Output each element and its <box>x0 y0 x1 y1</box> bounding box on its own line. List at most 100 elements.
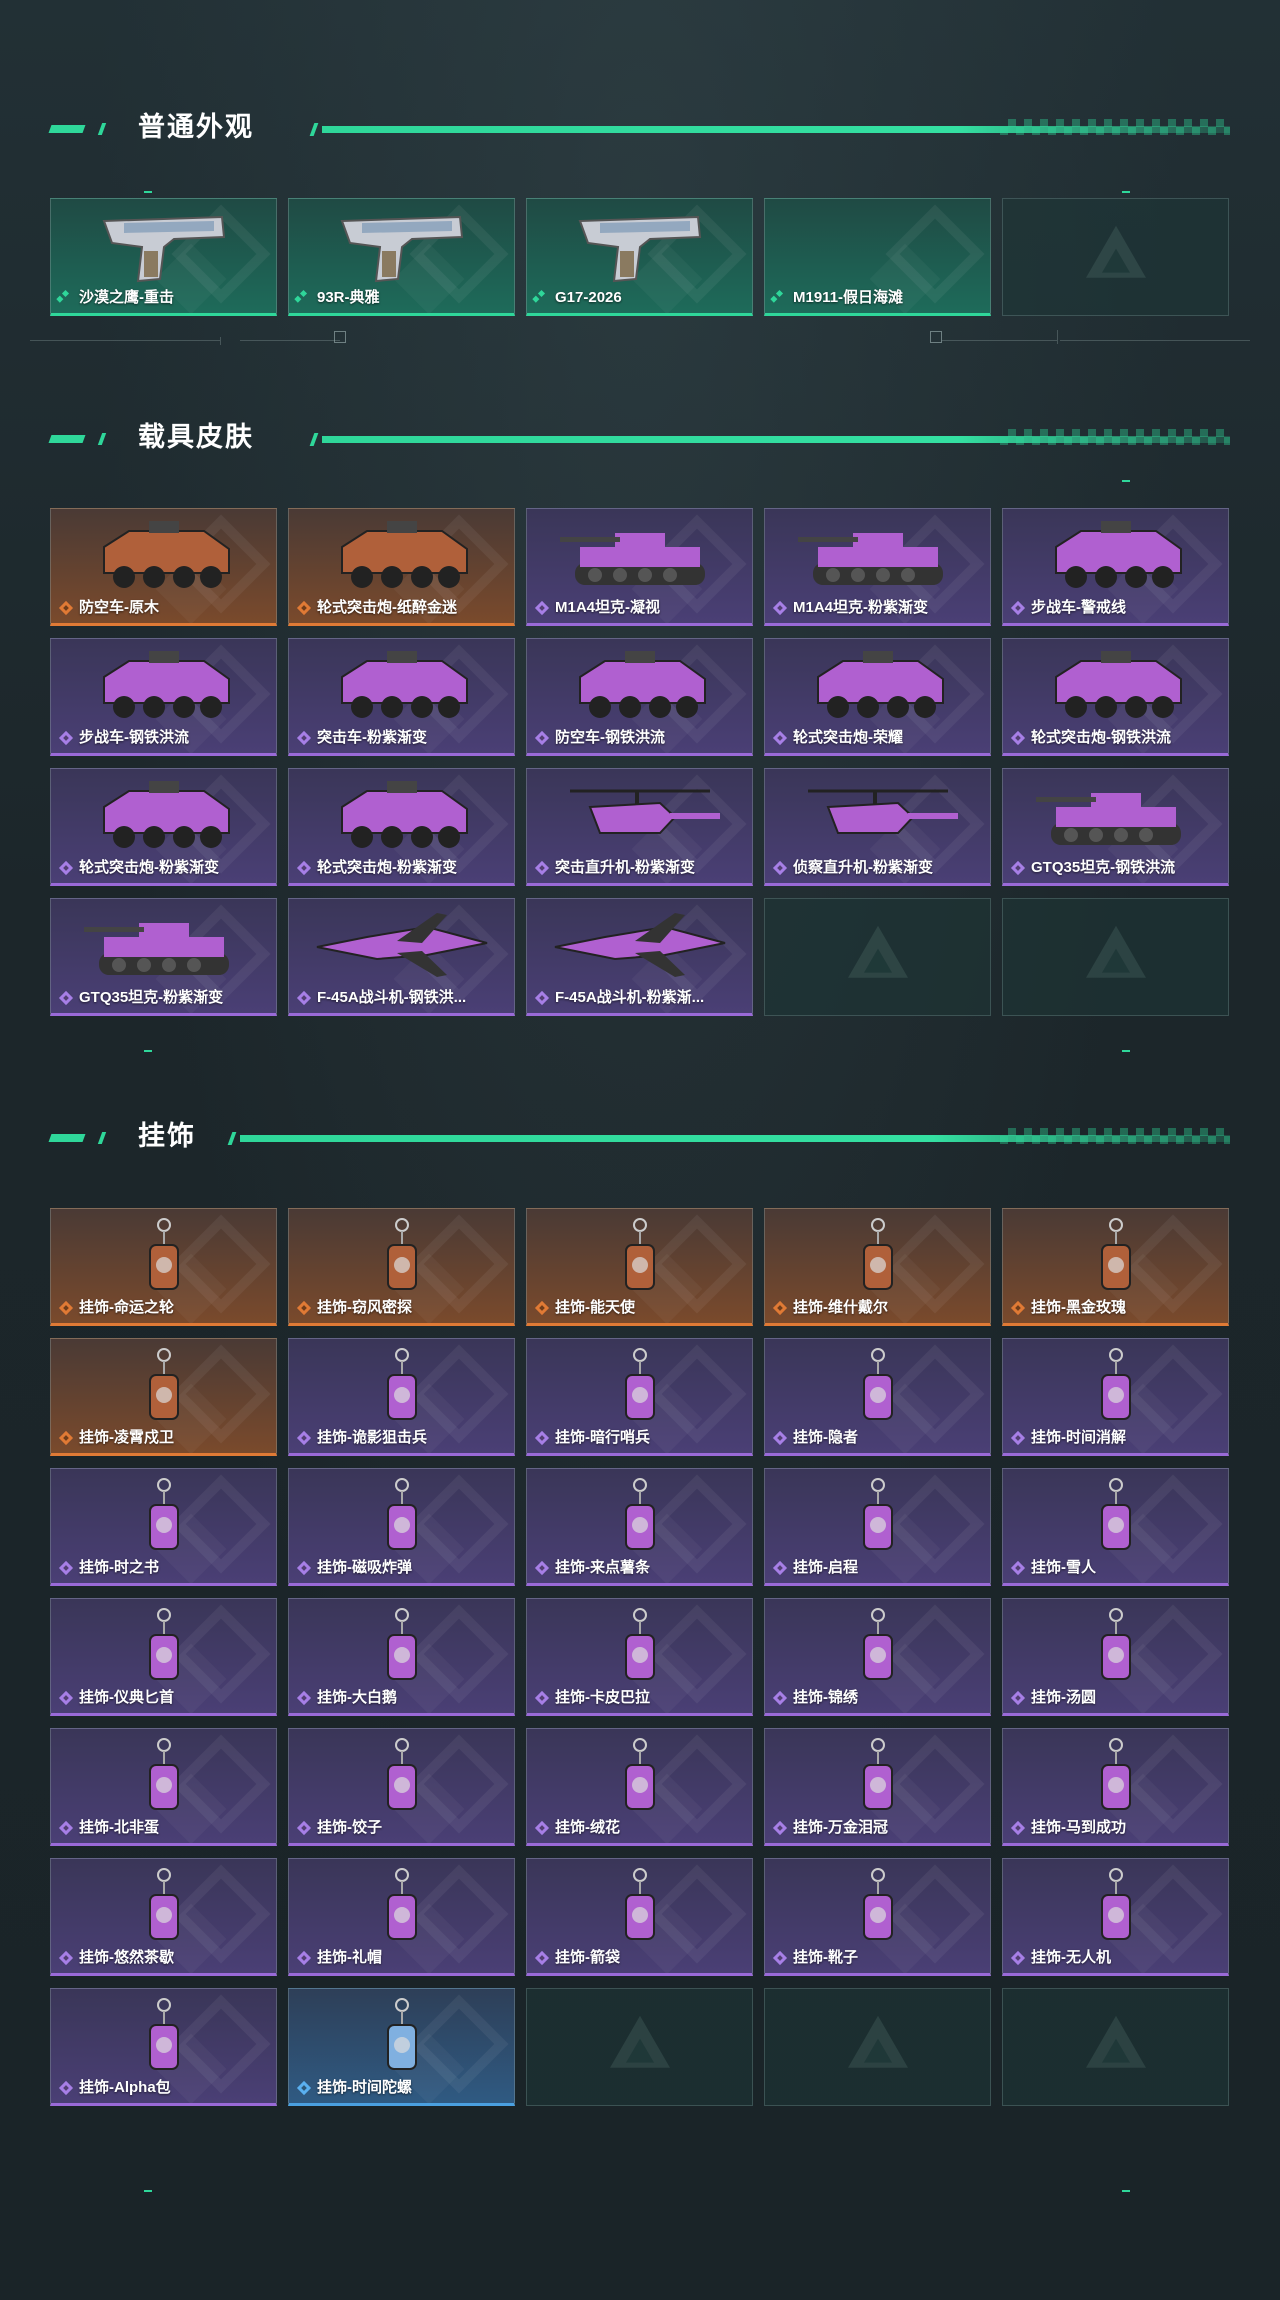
vehicle-skin-card[interactable]: 轮式突击炮-钢铁洪流 <box>1002 638 1229 756</box>
empty-slot <box>764 898 991 1016</box>
item-label: 挂饰-诡影狙击兵 <box>297 1428 427 1448</box>
charm-card[interactable]: 挂饰-箭袋 <box>526 1858 753 1976</box>
charm-card[interactable]: 挂饰-悠然茶歇 <box>50 1858 277 1976</box>
charm-card[interactable]: 挂饰-凌霄戍卫 <box>50 1338 277 1456</box>
tank-icon <box>79 907 249 992</box>
weapon-skin-card[interactable]: 沙漠之鹰-重击 <box>50 198 277 316</box>
item-label: 挂饰-隐者 <box>773 1428 858 1448</box>
charm-card[interactable]: 挂饰-马到成功 <box>1002 1728 1229 1846</box>
charm-card[interactable]: 挂饰-磁吸炸弹 <box>288 1468 515 1586</box>
charm-card[interactable]: 挂饰-礼帽 <box>288 1858 515 1976</box>
charm-card[interactable]: 挂饰-维什戴尔 <box>764 1208 991 1326</box>
vehicle-skin-card[interactable]: M1A4坦克-凝视 <box>526 508 753 626</box>
item-name: 挂饰-Alpha包 <box>79 2079 171 2096</box>
vehicle-skin-card[interactable]: 轮式突击炮-粉紫渐变 <box>50 768 277 886</box>
charm-card[interactable]: 挂饰-时间陀螺 <box>288 1988 515 2106</box>
charm-card[interactable]: 挂饰-时之书 <box>50 1468 277 1586</box>
vehicle-skin-card[interactable]: 步战车-钢铁洪流 <box>50 638 277 756</box>
weapon-skin-card[interactable]: G17-2026 <box>526 198 753 316</box>
divider <box>240 340 340 341</box>
vehicle-skin-card[interactable]: GTQ35坦克-钢铁洪流 <box>1002 768 1229 886</box>
item-name: 防空车-原木 <box>79 599 159 616</box>
empty-slot <box>764 1988 991 2106</box>
charm-card[interactable]: 挂饰-窃风密探 <box>288 1208 515 1326</box>
item-name: 轮式突击炮-钢铁洪流 <box>1031 729 1171 746</box>
rarity-diamond-icon <box>297 861 311 875</box>
item-name: 轮式突击炮-粉紫渐变 <box>317 859 457 876</box>
item-label: M1A4坦克-粉紫渐变 <box>773 598 928 618</box>
charm-card[interactable]: 挂饰-饺子 <box>288 1728 515 1846</box>
rarity-diamond-icon <box>297 291 311 305</box>
logo-placeholder-icon <box>1101 948 1130 973</box>
charm-card[interactable]: 挂饰-来点薯条 <box>526 1468 753 1586</box>
rarity-diamond-icon <box>297 1301 311 1315</box>
vehicle-skin-card[interactable]: GTQ35坦克-粉紫渐变 <box>50 898 277 1016</box>
charm-card[interactable]: 挂饰-大白鹅 <box>288 1598 515 1716</box>
charm-card[interactable]: 挂饰-命运之轮 <box>50 1208 277 1326</box>
item-name: 防空车-钢铁洪流 <box>555 729 665 746</box>
charm-card[interactable]: 挂饰-靴子 <box>764 1858 991 1976</box>
charm-card[interactable]: 挂饰-Alpha包 <box>50 1988 277 2106</box>
vehicle-skin-card[interactable]: 突击直升机-粉紫渐变 <box>526 768 753 886</box>
vehicle-skin-card[interactable]: M1A4坦克-粉紫渐变 <box>764 508 991 626</box>
divider <box>1057 330 1058 344</box>
charm-card[interactable]: 挂饰-汤圆 <box>1002 1598 1229 1716</box>
item-name: 突击车-粉紫渐变 <box>317 729 427 746</box>
charm-icon <box>134 1347 194 1437</box>
armored-vehicle-icon <box>1041 517 1191 602</box>
vehicle-skin-card[interactable]: 轮式突击炮-荣耀 <box>764 638 991 756</box>
vehicle-skin-card[interactable]: 突击车-粉紫渐变 <box>288 638 515 756</box>
rarity-diamond-icon <box>535 861 549 875</box>
vehicle-skin-card[interactable]: 防空车-原木 <box>50 508 277 626</box>
weapon-skin-card[interactable]: 93R-典雅 <box>288 198 515 316</box>
item-name: 挂饰-汤圆 <box>1031 1689 1096 1706</box>
item-label: 挂饰-黑金玫瑰 <box>1011 1298 1126 1318</box>
item-name: 步战车-钢铁洪流 <box>79 729 189 746</box>
charm-icon <box>848 1347 908 1437</box>
item-label: 步战车-钢铁洪流 <box>59 728 189 748</box>
charm-card[interactable]: 挂饰-锦绣 <box>764 1598 991 1716</box>
vehicle-skin-card[interactable]: 侦察直升机-粉紫渐变 <box>764 768 991 886</box>
charm-card[interactable]: 挂饰-能天使 <box>526 1208 753 1326</box>
charm-card[interactable]: 挂饰-万金泪冠 <box>764 1728 991 1846</box>
charm-card[interactable]: 挂饰-启程 <box>764 1468 991 1586</box>
rarity-diamond-icon <box>1011 731 1025 745</box>
vehicle-skin-card[interactable]: F-45A战斗机-粉紫渐... <box>526 898 753 1016</box>
charm-card[interactable]: 挂饰-仪典匕首 <box>50 1598 277 1716</box>
vehicle-skin-card[interactable]: 防空车-钢铁洪流 <box>526 638 753 756</box>
item-name: 挂饰-诡影狙击兵 <box>317 1429 427 1446</box>
charm-card[interactable]: 挂饰-卡皮巴拉 <box>526 1598 753 1716</box>
rarity-diamond-icon <box>297 991 311 1005</box>
armored-vehicle-icon <box>89 517 239 602</box>
charm-icon <box>134 1867 194 1957</box>
charm-card[interactable]: 挂饰-绒花 <box>526 1728 753 1846</box>
item-name: 挂饰-能天使 <box>555 1299 635 1316</box>
item-name: 突击直升机-粉紫渐变 <box>555 859 695 876</box>
charm-card[interactable]: 挂饰-北非蛋 <box>50 1728 277 1846</box>
header-checker <box>1000 119 1230 135</box>
charm-card[interactable]: 挂饰-时间消解 <box>1002 1338 1229 1456</box>
charm-card[interactable]: 挂饰-暗行哨兵 <box>526 1338 753 1456</box>
header-accent <box>309 433 319 446</box>
charm-card[interactable]: 挂饰-无人机 <box>1002 1858 1229 1976</box>
charm-icon <box>372 1217 432 1307</box>
rarity-diamond-icon <box>1011 1301 1025 1315</box>
item-label: M1911-假日海滩 <box>773 288 903 308</box>
item-name: 侦察直升机-粉紫渐变 <box>793 859 933 876</box>
vehicle-skin-card[interactable]: F-45A战斗机-钢铁洪... <box>288 898 515 1016</box>
charm-card[interactable]: 挂饰-隐者 <box>764 1338 991 1456</box>
vehicle-skin-card[interactable]: 步战车-警戒线 <box>1002 508 1229 626</box>
charm-card[interactable]: 挂饰-黑金玫瑰 <box>1002 1208 1229 1326</box>
item-label: F-45A战斗机-粉紫渐... <box>535 988 704 1008</box>
weapon-skin-card[interactable]: M1911-假日海滩 <box>764 198 991 316</box>
vehicle-skin-card[interactable]: 轮式突击炮-粉紫渐变 <box>288 768 515 886</box>
item-label: GTQ35坦克-钢铁洪流 <box>1011 858 1175 878</box>
item-label: 挂饰-仪典匕首 <box>59 1688 174 1708</box>
charm-icon <box>610 1867 670 1957</box>
charm-card[interactable]: 挂饰-雪人 <box>1002 1468 1229 1586</box>
rarity-diamond-icon <box>297 1691 311 1705</box>
item-name: 挂饰-雪人 <box>1031 1559 1096 1576</box>
charm-card[interactable]: 挂饰-诡影狙击兵 <box>288 1338 515 1456</box>
vehicle-skin-card[interactable]: 轮式突击炮-纸醉金迷 <box>288 508 515 626</box>
rarity-diamond-icon <box>535 291 549 305</box>
